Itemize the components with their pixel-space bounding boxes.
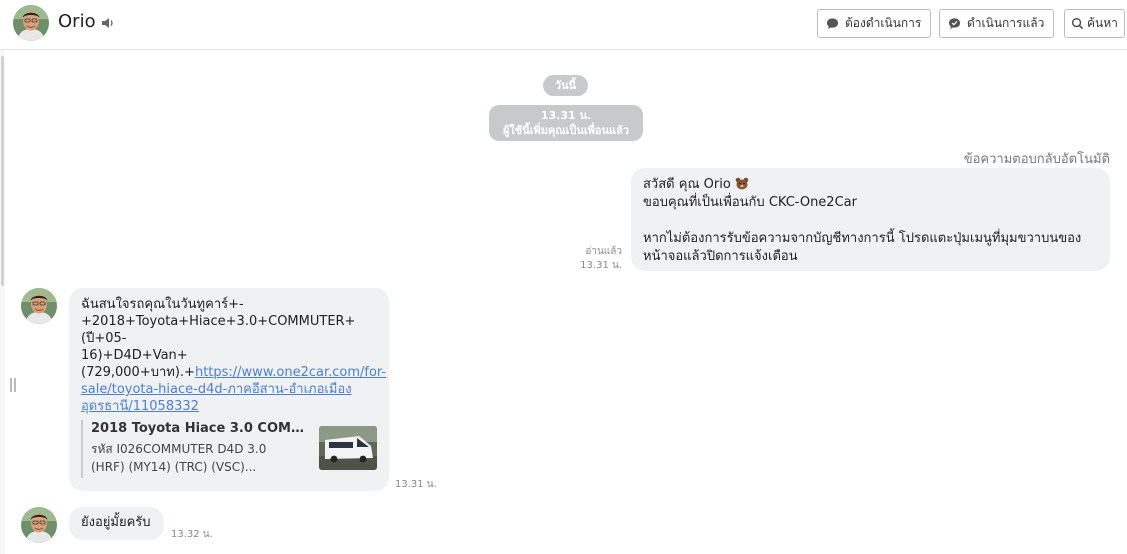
search-button[interactable]: ค้นหา [1064,9,1125,38]
search-label: ค้นหา [1087,16,1118,30]
system-message: 13.31 น. ผู้ใช้นี้เพิ่มคุณเป็นเพื่อนแล้ว [489,105,643,141]
incoming-text-line: ฉันสนใจรถคุณในวันทูคาร์+- [81,297,244,312]
incoming-text-line: (729,000+บาท).+https://www.one2car.com/f… [81,365,387,380]
listing-link-cont[interactable]: อุดรธานี/11058332 [81,398,381,415]
chat-check-icon [948,18,961,30]
sender-avatar[interactable] [21,507,57,543]
system-message-text: ผู้ใช้นี้เพิ่มคุณเป็นเพื่อนแล้ว [502,124,630,137]
needs-action-label: ต้องดำเนินการ [845,16,922,30]
bear-emoji-icon [735,177,749,190]
incoming2-time: 13.32 น. [171,529,213,540]
incoming-text-line: +2018+Toyota+Hiace+3.0+COMMUTER+(ปี+05- [81,314,356,346]
needs-action-button[interactable]: ต้องดำเนินการ [817,9,931,38]
outgoing-meta: อ่านแล้ว 13.31 น. [572,245,622,273]
scrollbar-thumb[interactable] [1,56,4,286]
outgoing-time: 13.31 น. [580,260,622,271]
link-preview-card[interactable]: 2018 Toyota Hiace 3.0 COMMUTER รหัส I026… [81,420,377,478]
search-icon [1071,17,1084,30]
outgoing-line-1: สวัสดี คุณ Orio [643,176,1098,194]
done-label: ดำเนินการแล้ว [967,16,1045,30]
read-receipt: อ่านแล้ว [585,246,622,257]
listing-link[interactable]: https://www.one2car.com/for- [195,365,386,380]
van-thumbnail[interactable] [319,426,377,470]
incoming-text: ฉันสนใจรถคุณในวันทูคาร์+- +2018+Toyota+H… [81,296,387,415]
chat-header: Orio ต้องดำเนินการ ดำเนินการแล้ว ค้นหา [0,0,1127,50]
scrollbar[interactable] [0,50,5,554]
outgoing-line-4: หน้าจอแล้วปิดการแจ้งเตือน [643,249,798,264]
contact-avatar[interactable] [13,5,49,41]
preview-description: รหัส I026COMMUTER D4D 3.0 (HRF) (MY14) (… [91,442,267,474]
outgoing-message[interactable]: สวัสดี คุณ Orio ขอบคุณที่เป็นเพื่อนกับ C… [631,168,1110,271]
speaker-icon[interactable] [100,15,116,31]
done-button[interactable]: ดำเนินการแล้ว [939,9,1054,38]
incoming-text-line: 16)+D4D+Van+ [81,348,188,363]
preview-title: 2018 Toyota Hiace 3.0 COMMUTER [91,421,309,436]
date-divider: วันนี้ [543,75,588,96]
system-message-time: 13.31 น. [540,109,592,122]
incoming-message[interactable]: ยังอยู่มั้ยครับ [69,507,164,540]
contact-name[interactable]: Orio [58,11,96,32]
incoming-message-link[interactable]: ฉันสนใจรถคุณในวันทูคาร์+- +2018+Toyota+H… [69,288,389,491]
incoming1-time: 13.31 น. [395,479,437,490]
resize-handle[interactable] [10,378,16,392]
sender-avatar[interactable] [21,288,57,324]
chat-bubble-icon [826,18,839,30]
listing-link-cont[interactable]: sale/toyota-hiace-d4d-ภาคอีสาน-อำเภอเมือ… [81,381,381,398]
outgoing-line-3: หากไม่ต้องการรับข้อความจากบัญชีทางการนี้… [643,231,1082,246]
incoming2-text: ยังอยู่มั้ยครับ [81,515,151,530]
outgoing-line-2: ขอบคุณที่เป็นเพื่อนกับ CKC-One2Car [643,195,857,210]
auto-reply-label: ข้อความตอบกลับอัตโนมัติ [963,152,1110,167]
